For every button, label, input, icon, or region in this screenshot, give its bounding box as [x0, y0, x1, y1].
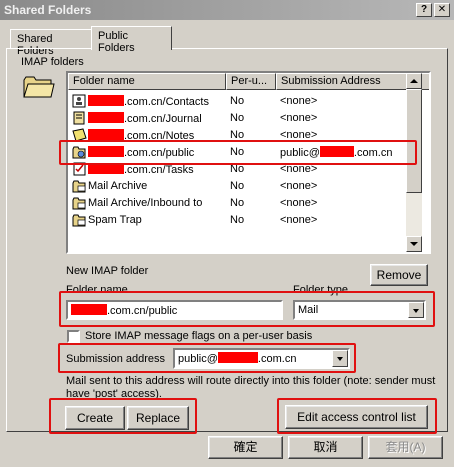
per-user-value: No: [230, 146, 245, 158]
redaction-mark: [88, 112, 124, 123]
per-user-value: No: [230, 163, 245, 175]
folder-name-text: Mail Archive/Inbound to: [88, 197, 203, 209]
store-flags-label: Store IMAP message flags on a per-user b…: [85, 330, 313, 342]
chevron-down-icon: [337, 357, 343, 361]
ok-button[interactable]: 確定: [208, 436, 283, 459]
per-user-value: No: [230, 112, 245, 124]
per-user-value: No: [230, 180, 245, 192]
per-user-value: No: [230, 197, 245, 209]
apply-button[interactable]: 套用(A): [368, 436, 443, 459]
redaction-mark: [71, 304, 107, 315]
folder-name-label: Folder name: [66, 284, 128, 296]
list-header: Folder name Per-u... Submission Address: [68, 73, 429, 90]
tab-shared-folders[interactable]: Shared Folders: [10, 29, 92, 57]
submission-address-value: <none>: [280, 129, 318, 141]
folder-name-text: .com.cn/public: [88, 146, 194, 159]
window-title: Shared Folders: [4, 3, 92, 17]
folder-type-label: Folder type: [293, 284, 349, 296]
submission-address-label: Submission address: [66, 353, 166, 365]
folder-type-dropdown-button[interactable]: [408, 302, 424, 318]
list-item[interactable]: Mail Archive No <none>: [68, 178, 408, 195]
submission-address-value: <none>: [280, 214, 318, 226]
column-folder-name[interactable]: Folder name: [68, 73, 226, 90]
redaction-mark: [88, 163, 124, 174]
submission-address-select[interactable]: public@ .com.cn: [173, 348, 350, 369]
public-folder-icon: [72, 146, 86, 159]
mail-folder-icon: [72, 214, 86, 227]
contacts-icon: [72, 94, 86, 108]
note-line-1: Mail sent to this address will route dir…: [66, 375, 436, 387]
chevron-down-icon: [413, 309, 419, 313]
arrow-down-icon: [410, 242, 418, 246]
mail-folder-icon: [72, 197, 86, 210]
folder-name-text: .com.cn/Contacts: [88, 95, 209, 108]
per-user-value: No: [230, 214, 245, 226]
imap-folder-list[interactable]: Folder name Per-u... Submission Address …: [66, 71, 431, 254]
mail-folder-icon: [72, 180, 86, 193]
imap-folders-label: IMAP folders: [21, 56, 84, 68]
new-imap-folder-label: New IMAP folder: [66, 265, 149, 277]
folder-name-text: .com.cn/Journal: [88, 112, 202, 125]
note-line-2: have 'post' access).: [66, 388, 162, 400]
list-item[interactable]: .com.cn/Tasks No <none>: [68, 161, 408, 178]
list-item[interactable]: Spam Trap No <none>: [68, 212, 408, 229]
submission-address-value: <none>: [280, 112, 318, 124]
help-button[interactable]: ?: [416, 3, 432, 17]
per-user-value: No: [230, 95, 245, 107]
scroll-thumb[interactable]: [406, 89, 422, 193]
edit-access-control-list-button[interactable]: Edit access control list: [285, 405, 428, 429]
submission-address-value: public@ .com.cn: [280, 146, 393, 159]
list-item[interactable]: Mail Archive/Inbound to No <none>: [68, 195, 408, 212]
replace-button[interactable]: Replace: [127, 406, 189, 430]
folder-type-select[interactable]: Mail: [293, 300, 426, 320]
submission-address-dropdown-button[interactable]: [332, 350, 348, 367]
store-flags-checkbox[interactable]: [67, 330, 80, 343]
tasks-icon: [73, 162, 86, 176]
submission-address-value: <none>: [280, 163, 318, 175]
list-item[interactable]: .com.cn/Notes No <none>: [68, 127, 408, 144]
folder-name-text: .com.cn/Tasks: [88, 163, 194, 176]
notes-icon: [72, 128, 87, 142]
column-per-user[interactable]: Per-u...: [226, 73, 276, 90]
redaction-mark: [217, 352, 258, 363]
cancel-button[interactable]: 取消: [288, 436, 363, 459]
redaction-mark: [319, 146, 354, 157]
redaction-mark: [88, 129, 124, 140]
submission-address-value: <none>: [280, 180, 318, 192]
folder-name-text: Spam Trap: [88, 214, 142, 226]
submission-address-value: <none>: [280, 197, 318, 209]
list-item[interactable]: .com.cn/Contacts No <none>: [68, 93, 408, 110]
remove-button[interactable]: Remove: [370, 264, 428, 286]
redaction-mark: [88, 146, 124, 157]
arrow-up-icon: [410, 79, 418, 83]
scroll-down-button[interactable]: [406, 236, 422, 252]
per-user-value: No: [230, 129, 245, 141]
list-item[interactable]: .com.cn/public No public@ .com.cn: [68, 144, 408, 161]
submission-address-value: <none>: [280, 95, 318, 107]
journal-icon: [73, 111, 85, 125]
folder-name-input[interactable]: .com.cn/public: [66, 300, 283, 320]
folder-icon: [23, 76, 55, 98]
list-scrollbar[interactable]: [406, 73, 422, 252]
create-button[interactable]: Create: [65, 406, 125, 430]
close-button[interactable]: ✕: [434, 3, 450, 17]
scroll-up-button[interactable]: [406, 73, 422, 89]
list-item[interactable]: .com.cn/Journal No <none>: [68, 110, 408, 127]
folder-name-text: Mail Archive: [88, 180, 148, 192]
redaction-mark: [88, 95, 124, 106]
tab-public-folders[interactable]: Public Folders: [91, 26, 172, 54]
title-bar: Shared Folders ? ✕: [0, 0, 454, 20]
folder-name-text: .com.cn/Notes: [88, 129, 194, 142]
